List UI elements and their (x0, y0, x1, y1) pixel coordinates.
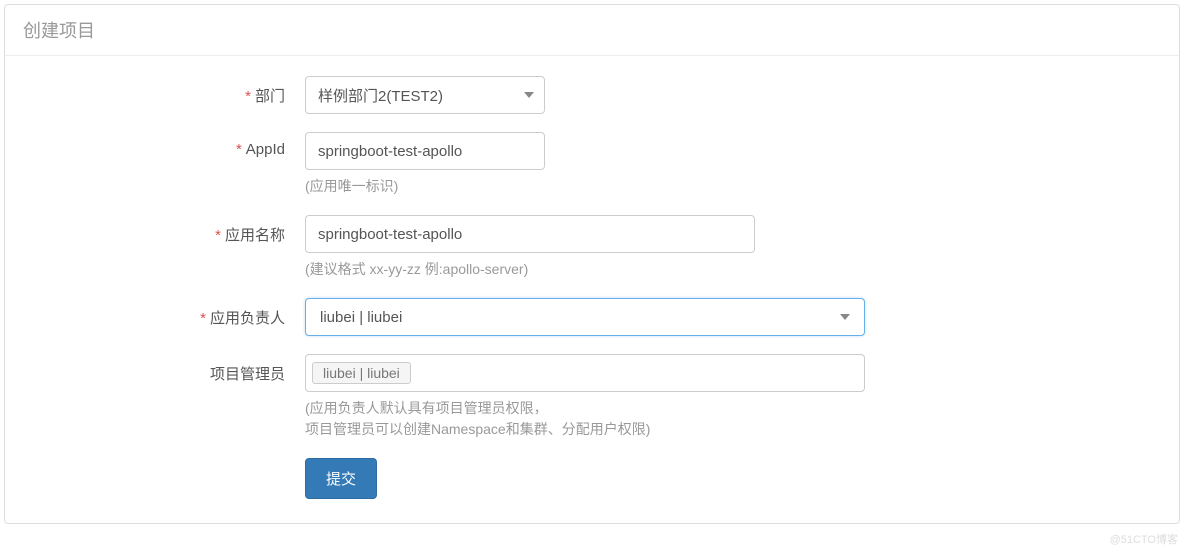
admin-tag-input[interactable]: liubei | liubei (305, 354, 865, 392)
appname-row: *应用名称 (建议格式 xx-yy-zz 例:apollo-server) (25, 215, 1159, 280)
admin-row: 项目管理员 liubei | liubei (应用负责人默认具有项目管理员权限，… (25, 354, 1159, 440)
department-label: *部门 (25, 76, 305, 106)
required-mark: * (236, 141, 242, 158)
submit-button[interactable]: 提交 (305, 458, 377, 499)
submit-row: 提交 (25, 458, 1159, 499)
submit-label-spacer (25, 458, 305, 467)
owner-label: *应用负责人 (25, 298, 305, 328)
admin-tag[interactable]: liubei | liubei (312, 362, 411, 384)
department-value: 样例部门2(TEST2) (318, 85, 443, 106)
owner-select[interactable]: liubei | liubei (305, 298, 865, 336)
department-row: *部门 样例部门2(TEST2) (25, 76, 1159, 114)
department-select-wrap: 样例部门2(TEST2) (305, 76, 545, 114)
submit-control: 提交 (305, 458, 865, 499)
chevron-down-icon (524, 92, 534, 98)
admin-label: 项目管理员 (25, 354, 305, 384)
watermark: @51CTO博客 (1110, 531, 1178, 547)
appname-hint: (建议格式 xx-yy-zz 例:apollo-server) (305, 259, 865, 280)
panel-body: *部门 样例部门2(TEST2) *AppId (应用唯一标识) (5, 56, 1179, 523)
create-project-panel: 创建项目 *部门 样例部门2(TEST2) *AppId (应用唯 (4, 4, 1180, 524)
department-control: 样例部门2(TEST2) (305, 76, 865, 114)
owner-select-wrap: liubei | liubei (305, 298, 865, 336)
admin-control: liubei | liubei (应用负责人默认具有项目管理员权限， 项目管理员… (305, 354, 865, 440)
chevron-down-icon (840, 314, 850, 320)
appname-input[interactable] (305, 215, 755, 253)
appname-label: *应用名称 (25, 215, 305, 245)
required-mark: * (200, 310, 206, 327)
owner-control: liubei | liubei (305, 298, 865, 336)
appid-row: *AppId (应用唯一标识) (25, 132, 1159, 197)
appname-control: (建议格式 xx-yy-zz 例:apollo-server) (305, 215, 865, 280)
appid-control: (应用唯一标识) (305, 132, 865, 197)
appid-hint: (应用唯一标识) (305, 176, 865, 197)
required-mark: * (215, 227, 221, 244)
appid-input[interactable] (305, 132, 545, 170)
required-mark: * (245, 88, 251, 105)
appid-label: *AppId (25, 132, 305, 158)
panel-title: 创建项目 (5, 5, 1179, 56)
owner-row: *应用负责人 liubei | liubei (25, 298, 1159, 336)
admin-hint: (应用负责人默认具有项目管理员权限， 项目管理员可以创建Namespace和集群… (305, 398, 865, 440)
owner-value: liubei | liubei (320, 309, 402, 326)
department-select[interactable]: 样例部门2(TEST2) (305, 76, 545, 114)
